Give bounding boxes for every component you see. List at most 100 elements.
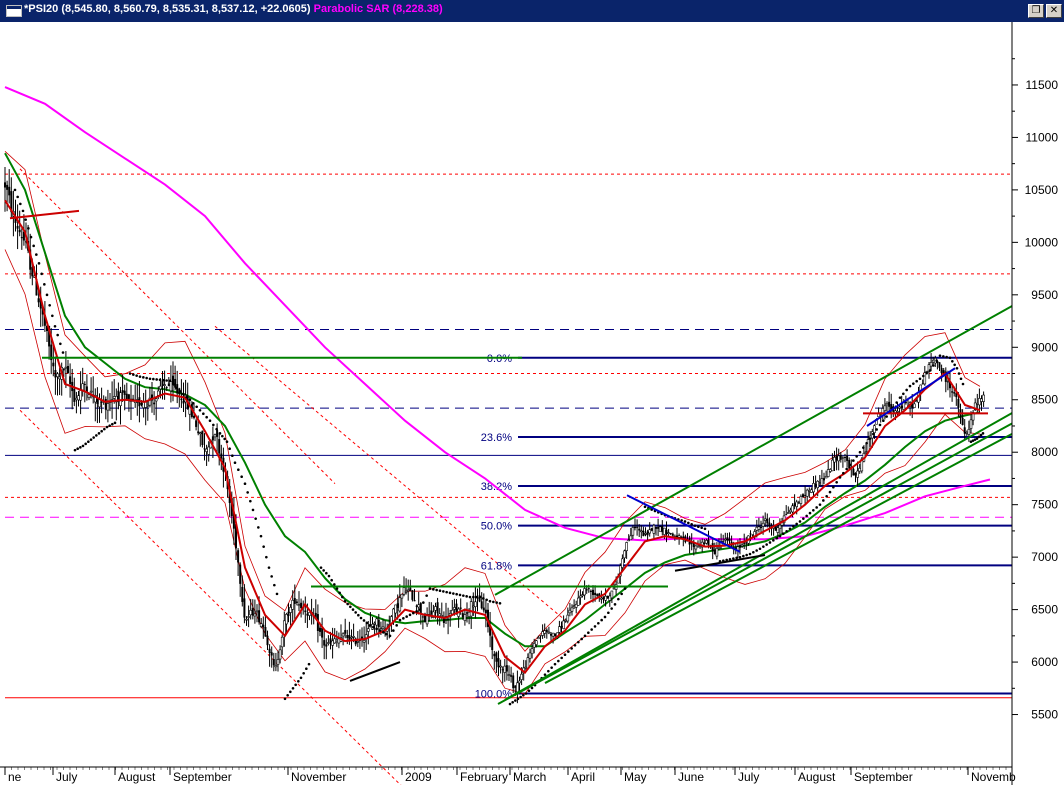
sar-dot	[45, 293, 49, 297]
bar-body	[258, 610, 261, 623]
sar-dot	[24, 218, 27, 221]
bar-body	[828, 469, 832, 472]
bar-body	[438, 613, 442, 617]
x-tick-label: May	[624, 770, 647, 784]
bar-body	[262, 624, 265, 628]
bar-body	[562, 620, 565, 629]
bar-body	[154, 398, 158, 402]
bar-body	[216, 430, 219, 437]
bar-body	[931, 359, 935, 363]
y-tick-label: 11500	[1026, 78, 1059, 92]
bar-body	[566, 614, 570, 622]
bar-body	[466, 612, 468, 614]
bar-body	[713, 549, 716, 555]
x-tick-label: July	[56, 770, 77, 784]
sar-dot	[905, 388, 908, 392]
bar-body	[331, 640, 334, 646]
sar-dot	[878, 423, 882, 427]
bar-body	[707, 539, 710, 546]
bar-body	[793, 503, 796, 507]
bar-body	[532, 643, 536, 648]
bar-body	[62, 368, 65, 371]
bar-body	[520, 673, 523, 680]
bar-body	[564, 620, 568, 622]
close-icon[interactable]: ✕	[1046, 4, 1062, 18]
sar-dot	[354, 611, 357, 614]
bar-body	[474, 601, 477, 607]
sar-dot	[262, 545, 265, 548]
bar-body	[844, 457, 846, 459]
sar-dot	[932, 364, 935, 367]
bar-body	[625, 542, 628, 551]
bar-body	[833, 457, 836, 463]
sar-dot	[168, 379, 172, 383]
bar-body	[56, 373, 59, 377]
bar-body	[83, 384, 86, 386]
y-tick-label: 10000	[1025, 235, 1059, 249]
bar-body	[337, 638, 341, 644]
bar-body	[220, 453, 223, 459]
sar-dot	[802, 517, 805, 520]
sar-dot	[438, 589, 442, 593]
bar-body	[837, 455, 841, 462]
bar-body	[951, 391, 954, 393]
price-chart[interactable]: 0.0%23.6%38.2%50.0%61.8%100.0% 550060006…	[0, 22, 1064, 790]
bar-body	[612, 587, 616, 590]
bar-body	[703, 542, 706, 544]
bar-body	[923, 372, 927, 385]
sar-dot	[875, 428, 878, 431]
y-tick-label: 11000	[1026, 130, 1059, 144]
sar-dot	[43, 283, 46, 286]
sar-dot	[405, 615, 408, 618]
bar-body	[497, 658, 500, 668]
bar-body	[463, 614, 467, 621]
sar-dot	[251, 508, 255, 512]
bar-body	[430, 610, 433, 615]
restore-icon[interactable]: ❐	[1028, 4, 1044, 18]
bar-body	[589, 590, 592, 593]
sar-dot	[478, 595, 482, 599]
bar-body	[6, 184, 9, 190]
bar-body	[550, 633, 552, 636]
sar-dot	[108, 424, 111, 427]
sar-dot	[872, 432, 875, 436]
bar-body	[104, 399, 107, 410]
bar-body	[157, 390, 160, 396]
sar-dot	[178, 390, 182, 393]
bar-body	[335, 639, 339, 642]
bar-body	[745, 542, 748, 544]
bar-body	[726, 537, 729, 541]
sar-dot	[305, 667, 308, 671]
sar-dot	[385, 632, 388, 636]
window-titlebar[interactable]: *PSI20 (8,545.80, 8,560.79, 8,535.31, 8,…	[0, 0, 1064, 23]
sar-dot	[259, 534, 263, 538]
bar-body	[182, 400, 185, 404]
sar-dot	[333, 583, 336, 586]
sar-dot	[690, 522, 693, 526]
sar-dot	[275, 592, 279, 596]
sar-dot	[775, 536, 778, 540]
window-menu-icon[interactable]	[6, 5, 22, 17]
bar-body	[280, 636, 284, 648]
bar-body	[106, 403, 110, 411]
bar-body	[789, 509, 792, 513]
sar-dot	[700, 526, 703, 530]
sar-dot	[522, 693, 525, 697]
chart-area[interactable]: 0.0%23.6%38.2%50.0%61.8%100.0% 550060006…	[0, 22, 1064, 790]
bar-body	[253, 613, 257, 617]
sar-dot	[742, 554, 745, 558]
sar-dot	[832, 485, 835, 489]
bar-body	[915, 400, 918, 402]
bar-body	[982, 394, 985, 402]
fib-label-4: 61.8%	[481, 560, 512, 572]
sar-dot	[577, 640, 580, 644]
bar-body	[289, 607, 292, 613]
bar-body	[757, 526, 761, 530]
sar-dot	[198, 408, 202, 412]
sar-dot	[468, 595, 472, 599]
bar-body	[417, 604, 421, 608]
bar-body	[436, 602, 439, 614]
sar-dot	[132, 373, 135, 376]
x-tick-label: August	[798, 770, 836, 784]
sar-dot	[590, 628, 593, 631]
